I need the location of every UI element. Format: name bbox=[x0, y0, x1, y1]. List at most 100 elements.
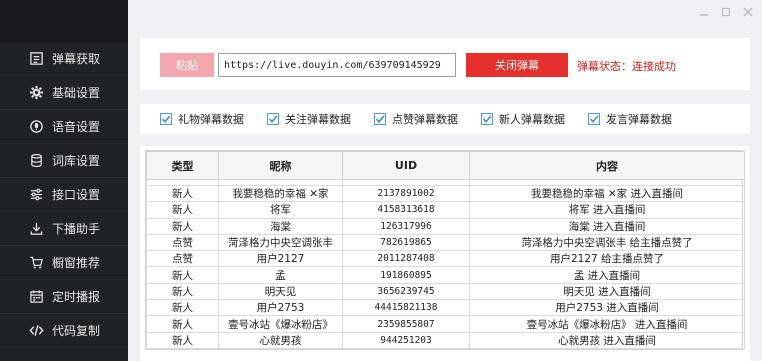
sidebar-header bbox=[0, 0, 128, 42]
sidebar-item-label: 代码复制 bbox=[52, 324, 101, 338]
cell-content: 用户2753 进入直播间 bbox=[469, 299, 745, 317]
cell-type: 点赞 bbox=[146, 233, 219, 252]
table-row[interactable]: 新人 心就男孩 944251203 心就男孩 进入直播间 bbox=[146, 331, 745, 349]
cell-uid: 3656239745 bbox=[342, 282, 470, 301]
checkmark-icon[interactable] bbox=[267, 113, 279, 125]
cart-icon bbox=[28, 255, 44, 271]
cell-nickname: 海棠 bbox=[218, 217, 343, 235]
checkmark-icon[interactable] bbox=[374, 113, 386, 125]
close-icon[interactable] bbox=[742, 6, 754, 18]
cell-nickname: 用户2753 bbox=[218, 299, 343, 317]
table-row[interactable]: 新人 将军 4158313618 将军 进入直播间 bbox=[146, 201, 745, 219]
sidebar-item-gear[interactable]: 基础设置 bbox=[0, 76, 128, 110]
sidebar-item-database[interactable]: 词库设置 bbox=[0, 144, 128, 178]
cell-uid: 44415821138 bbox=[342, 299, 470, 317]
database-icon bbox=[28, 153, 44, 169]
sidebar-item-voice[interactable]: 语音设置 bbox=[0, 110, 128, 144]
cell-content: 菏泽格力中央空调张丰 给主播点赞了 bbox=[469, 233, 745, 252]
filter-checkbox[interactable]: 关注弹幕数据 bbox=[267, 111, 351, 127]
sidebar-item-sliders[interactable]: 接口设置 bbox=[0, 178, 128, 212]
cell-type: 新人 bbox=[146, 184, 219, 203]
table-row[interactable]: 新人 我要稳稳的幸福 ✕家 2137891002 我要稳稳的幸福 ✕家 进入直播间 bbox=[146, 184, 745, 203]
sidebar-item-calendar[interactable]: 定时播报 bbox=[0, 280, 128, 314]
voice-icon bbox=[28, 119, 44, 135]
filter-checkbox[interactable]: 新人弹幕数据 bbox=[481, 111, 565, 127]
table-row[interactable]: 新人 明天见 3656239745 明天见 进入直播间 bbox=[146, 282, 745, 301]
sidebar-item-label: 定时播报 bbox=[52, 290, 101, 304]
window-controls bbox=[698, 6, 754, 18]
cell-content: 壹号冰站《爆冰粉店》 进入直播间 bbox=[469, 315, 745, 333]
cell-type: 新人 bbox=[146, 282, 219, 301]
calendar-icon bbox=[28, 289, 44, 305]
sidebar-item-label: 弹幕获取 bbox=[52, 52, 101, 66]
filter-checkbox[interactable]: 发言弹幕数据 bbox=[588, 111, 672, 127]
cell-content: 心就男孩 进入直播间 bbox=[469, 331, 745, 349]
cell-content: 孟 进入直播间 bbox=[469, 266, 745, 284]
cell-nickname: 将军 bbox=[218, 201, 343, 219]
sidebar-item-label: 下播助手 bbox=[52, 222, 101, 236]
download-icon bbox=[28, 221, 44, 237]
cell-nickname: 心就男孩 bbox=[218, 331, 343, 349]
cell-uid: 782619865 bbox=[342, 233, 470, 252]
filter-label: 点赞弹幕数据 bbox=[392, 113, 458, 126]
filter-label: 关注弹幕数据 bbox=[285, 113, 351, 126]
table-row[interactable]: 点赞 菏泽格力中央空调张丰 782619865 菏泽格力中央空调张丰 给主播点赞了 bbox=[146, 233, 745, 252]
filter-checkbox[interactable]: 点赞弹幕数据 bbox=[374, 111, 458, 127]
col-type-header[interactable]: 类型 bbox=[146, 151, 219, 180]
sidebar-item-cart[interactable]: 橱窗推荐 bbox=[0, 246, 128, 280]
cell-nickname: 我要稳稳的幸福 ✕家 bbox=[218, 184, 343, 203]
cell-nickname: 用户2127 bbox=[218, 250, 343, 268]
cell-uid: 191860895 bbox=[342, 266, 470, 284]
filter-panel: 礼物弹幕数据 关注弹幕数据 点赞弹幕数据 新人弹幕数据 发言弹幕数据 bbox=[140, 104, 750, 134]
sliders-icon bbox=[28, 187, 44, 203]
danmaku-table-panel: 类型 昵称 UID 内容 新人 我要稳稳的幸福 ✕家 2137891002 我要稳稳的… bbox=[140, 146, 750, 361]
checkmark-icon[interactable] bbox=[481, 113, 493, 125]
cell-nickname: 菏泽格力中央空调张丰 bbox=[218, 233, 343, 252]
table-row[interactable]: 新人 用户2753 44415821138 用户2753 进入直播间 bbox=[146, 299, 745, 317]
minimize-icon[interactable] bbox=[698, 6, 710, 18]
table-row[interactable]: 点赞 用户2127 2011287408 用户2127 给主播点赞了 bbox=[146, 250, 745, 268]
table-row[interactable]: 新人孟 191860895 孟 进入直播间 bbox=[146, 266, 745, 284]
cell-nickname: 孟 bbox=[218, 266, 343, 284]
paste-button[interactable]: 粘贴 bbox=[160, 53, 214, 77]
cell-uid: 2137891002 bbox=[342, 184, 470, 203]
cell-content: 海棠 进入直播间 bbox=[469, 217, 745, 235]
cell-content: 我要稳稳的幸福 ✕家 进入直播间 bbox=[469, 184, 745, 203]
sidebar-item-label: 接口设置 bbox=[52, 188, 101, 202]
danmaku-table: 类型 昵称 UID 内容 新人 我要稳稳的幸福 ✕家 2137891002 我要稳稳的… bbox=[146, 151, 745, 349]
col-uid-header[interactable]: UID bbox=[342, 151, 470, 180]
checkmark-icon[interactable] bbox=[588, 113, 600, 125]
col-nickname-header[interactable]: 昵称 bbox=[218, 151, 343, 180]
cell-type: 新人 bbox=[146, 266, 219, 284]
sidebar-item-code[interactable]: 代码复制 bbox=[0, 314, 128, 348]
maximize-icon[interactable] bbox=[720, 6, 732, 18]
col-content-header[interactable]: 内容 bbox=[469, 151, 745, 180]
cell-uid: 2011287408 bbox=[342, 250, 470, 268]
checkmark-icon[interactable] bbox=[160, 113, 172, 125]
table-header-row: 类型 昵称 UID 内容 bbox=[146, 151, 745, 180]
cell-type: 新人 bbox=[146, 299, 219, 317]
gear-icon bbox=[28, 85, 44, 101]
sidebar-item-label: 橱窗推荐 bbox=[52, 256, 101, 270]
table-row[interactable]: 新人 海棠 126317996 海棠 进入直播间 bbox=[146, 217, 745, 235]
sidebar-item-danmaku[interactable]: 弹幕获取 bbox=[0, 42, 128, 76]
sidebar-item-label: 基础设置 bbox=[52, 86, 101, 100]
table-row[interactable]: 新人 壹号冰站《爆冰粉店》 2359855807 壹号冰站《爆冰粉店》 进入直播间 bbox=[146, 315, 745, 333]
filter-checkbox[interactable]: 礼物弹幕数据 bbox=[160, 111, 244, 127]
close-danmaku-button[interactable]: 关闭弹幕 bbox=[466, 53, 568, 77]
connection-status: 弹幕状态：连接成功 bbox=[577, 60, 676, 73]
sidebar-item-download[interactable]: 下播助手 bbox=[0, 212, 128, 246]
cell-nickname: 明天见 bbox=[218, 282, 343, 301]
sidebar: 弹幕获取基础设置语音设置词库设置接口设置下播助手橱窗推荐定时播报代码复制 bbox=[0, 0, 128, 361]
filter-label: 新人弹幕数据 bbox=[499, 113, 565, 126]
cell-uid: 2359855807 bbox=[342, 315, 470, 333]
sidebar-item-label: 词库设置 bbox=[52, 154, 101, 168]
connection-panel: 粘贴 关闭弹幕 弹幕状态：连接成功 bbox=[140, 38, 750, 90]
danmaku-icon bbox=[28, 51, 44, 67]
cell-uid: 4158313618 bbox=[342, 201, 470, 219]
cell-nickname: 壹号冰站《爆冰粉店》 bbox=[218, 315, 343, 333]
cell-uid: 944251203 bbox=[342, 331, 470, 349]
cell-content: 将军 进入直播间 bbox=[469, 201, 745, 219]
cell-type: 点赞 bbox=[146, 250, 219, 268]
live-url-input[interactable] bbox=[218, 53, 456, 77]
